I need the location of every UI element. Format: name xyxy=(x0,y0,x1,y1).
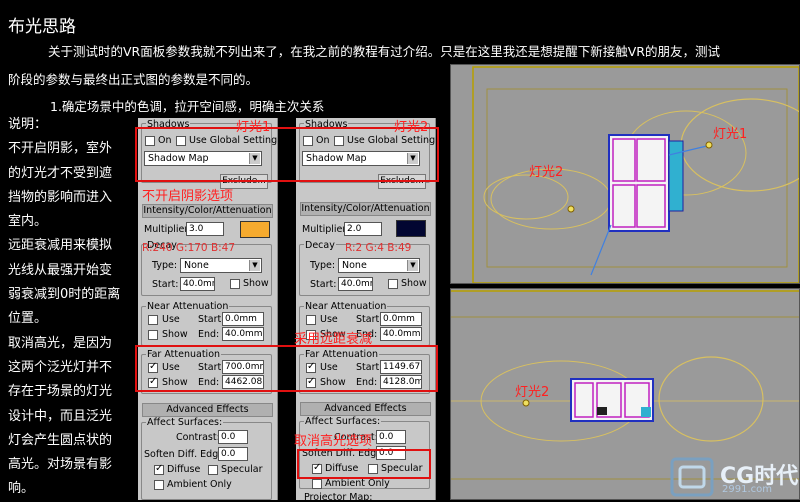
decay-start-field[interactable]: 40.0mm xyxy=(180,277,215,291)
top-viewport-scene xyxy=(472,66,799,283)
far-attenuation-annotation: 采用远距衰减 xyxy=(294,332,373,347)
ambient-only-checkbox[interactable] xyxy=(312,479,322,489)
decay-show-label: Show xyxy=(401,278,427,289)
page-title: 布光思路 xyxy=(8,17,76,37)
explanation-line: 说明： xyxy=(8,117,48,132)
explanation-line: 不开启阴影，室外 xyxy=(8,141,113,157)
explanation-line: 的灯光才不受到遮 xyxy=(8,165,113,181)
multiplier-field[interactable]: 2.0 xyxy=(344,222,382,236)
advanced-effects-rollout[interactable]: Advanced Effects xyxy=(300,402,431,416)
specular-highlight-box xyxy=(297,449,431,479)
near-end-field[interactable]: 40.0mm xyxy=(222,327,264,341)
near-start-label: Start: xyxy=(356,314,383,325)
explanation-line: 位置。 xyxy=(8,311,48,327)
explanation-line: 取消高光，是因为 xyxy=(8,335,113,351)
near-show-label: Show xyxy=(162,329,188,340)
near-end-field[interactable]: 40.0mm xyxy=(380,327,422,341)
decay-type-value: None xyxy=(342,260,367,271)
explanation-line: 光线从最强开始变 xyxy=(8,262,113,278)
light-color-swatch[interactable] xyxy=(240,221,270,238)
logo-icon xyxy=(670,457,714,497)
chevron-down-icon: ▼ xyxy=(407,260,418,271)
affect-surfaces-label: Affect Surfaces: xyxy=(146,417,224,428)
decay-type-label: Type: xyxy=(152,260,178,271)
explanation-line: 存在于场景的灯光 xyxy=(8,384,113,400)
contrast-field[interactable]: 0.0 xyxy=(218,430,248,444)
decay-start-label: Start: xyxy=(310,279,337,290)
explanation-line: 高光。对场景有影 xyxy=(8,457,113,473)
light2-panel-annotation: 灯光2 xyxy=(394,120,429,135)
decay-type-dropdown[interactable]: None ▼ xyxy=(180,258,262,273)
multiplier-label: Multiplier: xyxy=(302,224,350,235)
decay-show-checkbox[interactable] xyxy=(388,279,398,289)
specular-checkbox[interactable] xyxy=(208,465,218,475)
light2-rgb-annotation: R:2 G:4 B:49 xyxy=(345,242,412,254)
near-start-label: Start: xyxy=(198,314,225,325)
explanation-line: 设计中，而且泛光 xyxy=(8,408,113,424)
explanation-line: 弱衰减到0时的距离 xyxy=(8,287,121,303)
diffuse-label: Diffuse xyxy=(167,464,201,475)
multiplier-label: Multiplier: xyxy=(144,224,192,235)
explanation-line: 响。 xyxy=(8,481,35,497)
cancel-specular-annotation: 取消高光选项 xyxy=(294,434,373,449)
near-show-checkbox[interactable] xyxy=(148,330,158,340)
near-use-checkbox[interactable] xyxy=(306,315,316,325)
explanation-text: 说明： 不开启阴影，室外 的灯光才不受到遮 挡物的影响而进入 室内。 远距衰减用… xyxy=(8,113,136,502)
decay-start-label: Start: xyxy=(152,279,179,290)
explanation-line: 远距衰减用来模拟 xyxy=(8,238,113,254)
shadows-highlight-box xyxy=(135,127,439,182)
decay-group-label: Decay xyxy=(304,240,336,251)
top-viewport[interactable]: 灯光1 灯光2 xyxy=(450,64,800,284)
near-use-checkbox[interactable] xyxy=(148,315,158,325)
decay-type-value: None xyxy=(184,260,209,271)
affect-surfaces-label: Affect Surfaces: xyxy=(304,416,382,427)
decay-start-field[interactable]: 40.0mm xyxy=(338,277,373,291)
near-attenuation-label: Near Attenuation xyxy=(146,301,230,312)
decay-type-label: Type: xyxy=(310,260,336,271)
viewport-light2-label-top: 灯光2 xyxy=(529,165,564,180)
light1-panel-annotation: 灯光1 xyxy=(236,120,271,135)
logo-url: 2991.com xyxy=(722,484,772,495)
near-end-label: End: xyxy=(198,329,220,340)
decay-type-dropdown[interactable]: None ▼ xyxy=(338,258,420,273)
ambient-only-checkbox[interactable] xyxy=(154,480,164,490)
chevron-down-icon: ▼ xyxy=(249,260,260,271)
near-attenuation-label: Near Attenuation xyxy=(304,301,388,312)
diffuse-checkbox[interactable] xyxy=(154,463,164,475)
near-use-label: Use xyxy=(162,314,180,325)
ambient-only-label: Ambient Only xyxy=(325,478,390,489)
soften-diff-edge-label: Soften Diff. Edge: xyxy=(144,449,228,460)
near-start-field[interactable]: 0.0mm xyxy=(222,312,264,326)
intensity-rollout[interactable]: Intensity/Color/Attenuation xyxy=(300,202,431,216)
explanation-line: 这两个泛光灯并不 xyxy=(8,359,113,375)
viewport-light2-label-bottom: 灯光2 xyxy=(515,385,550,400)
multiplier-field[interactable]: 3.0 xyxy=(186,222,224,236)
light-color-swatch[interactable] xyxy=(396,220,426,237)
near-start-field[interactable]: 0.0mm xyxy=(380,312,422,326)
far-attenuation-highlight-box xyxy=(135,345,438,392)
ambient-only-label: Ambient Only xyxy=(167,479,232,490)
projector-map-label: Projector Map: xyxy=(304,492,373,500)
explanation-line: 室内。 xyxy=(8,214,48,230)
contrast-label: Contrast: xyxy=(176,432,220,443)
light1-rgb-annotation: R:240 G:170 B:47 xyxy=(142,242,236,254)
decay-show-label: Show xyxy=(243,278,269,289)
cg-logo: CG时代 2991.com xyxy=(640,454,800,500)
explanation-line: 挡物的影响而进入 xyxy=(8,189,113,205)
decay-show-checkbox[interactable] xyxy=(230,279,240,289)
explanation-line: 灯会产生圆点状的 xyxy=(8,432,113,448)
intro-line-2: 阶段的参数与最终出正式图的参数是不同的。 xyxy=(8,72,259,87)
intensity-rollout[interactable]: Intensity/Color/Attenuation xyxy=(142,204,273,218)
no-shadow-annotation: 不开启阴影选项 xyxy=(142,189,234,204)
soften-diff-edge-field[interactable]: 0.0 xyxy=(218,447,248,461)
near-use-label: Use xyxy=(320,314,338,325)
contrast-field[interactable]: 0.0 xyxy=(376,430,406,444)
intro-line-1: 关于测试时的VR面板参数我就不列出来了，在我之前的教程有过介绍。只是在这里我还是… xyxy=(48,44,720,59)
specular-label: Specular xyxy=(221,464,263,475)
advanced-effects-rollout[interactable]: Advanced Effects xyxy=(142,403,273,417)
viewport-light1-label: 灯光1 xyxy=(713,127,748,142)
